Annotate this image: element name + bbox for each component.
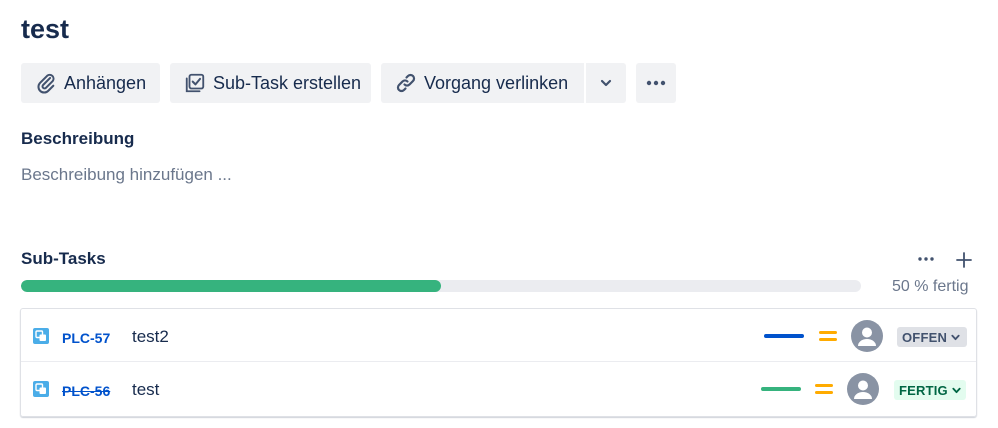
subtask-status-label: FERTIG (899, 382, 948, 398)
attach-button[interactable]: Anhängen (21, 63, 160, 103)
more-actions-button[interactable] (636, 63, 676, 103)
chevron-down-icon (594, 71, 618, 95)
priority-medium-icon (815, 384, 833, 394)
chevron-down-icon (951, 334, 960, 340)
subtasks-heading: Sub-Tasks (21, 249, 106, 268)
create-subtask-button[interactable]: Sub-Task erstellen (170, 63, 371, 103)
subtask-type-icon (33, 381, 49, 397)
issue-toolbar: Anhängen Sub-Task erstellen Vorgang verl… (21, 63, 676, 103)
add-subtask-button[interactable] (952, 248, 976, 272)
description-heading: Beschreibung (21, 129, 135, 148)
subtasks-progress-text: 50 % fertig (892, 278, 969, 295)
more-horizontal-icon (918, 257, 934, 261)
subtask-type-icon (33, 328, 49, 344)
priority-medium-icon (819, 331, 837, 341)
subtask-summary[interactable]: test2 (132, 327, 169, 347)
chevron-down-icon (952, 387, 961, 393)
subtask-key-link[interactable]: PLC-57 (62, 330, 110, 346)
more-horizontal-icon (644, 71, 668, 95)
link-options-dropdown[interactable] (586, 63, 626, 103)
subtask-row[interactable]: PLC-56 test FERTIG (21, 361, 976, 414)
subtask-key-link[interactable]: PLC-56 (62, 383, 110, 399)
subtask-summary[interactable]: test (132, 380, 159, 400)
link-issue-label: Vorgang verlinken (424, 72, 569, 93)
subtask-checkbox-icon (183, 71, 207, 95)
create-subtask-label: Sub-Task erstellen (213, 72, 362, 93)
attach-label: Anhängen (64, 72, 147, 93)
link-issue-button[interactable]: Vorgang verlinken (381, 63, 584, 103)
subtask-status-dropdown[interactable]: FERTIG (894, 380, 966, 400)
subtask-status-dropdown[interactable]: OFFEN (897, 327, 967, 347)
subtask-status-label: OFFEN (902, 329, 948, 345)
subtask-list: PLC-57 test2 OFFEN PLC-56 test FERTIG (20, 308, 977, 417)
subtasks-more-button[interactable] (914, 249, 938, 269)
plus-icon (956, 252, 972, 268)
assignee-avatar-icon[interactable] (847, 373, 879, 405)
paperclip-icon (34, 71, 58, 95)
subtask-status-indicator (761, 387, 801, 391)
subtask-status-indicator (764, 334, 804, 338)
subtasks-progress-fill (21, 280, 441, 292)
subtasks-progress-bar (21, 280, 861, 292)
issue-title[interactable]: test (21, 14, 69, 45)
assignee-avatar-icon[interactable] (851, 320, 883, 352)
description-placeholder[interactable]: Beschreibung hinzufügen ... (21, 165, 232, 185)
subtask-row[interactable]: PLC-57 test2 OFFEN (21, 309, 976, 361)
link-icon (394, 71, 418, 95)
